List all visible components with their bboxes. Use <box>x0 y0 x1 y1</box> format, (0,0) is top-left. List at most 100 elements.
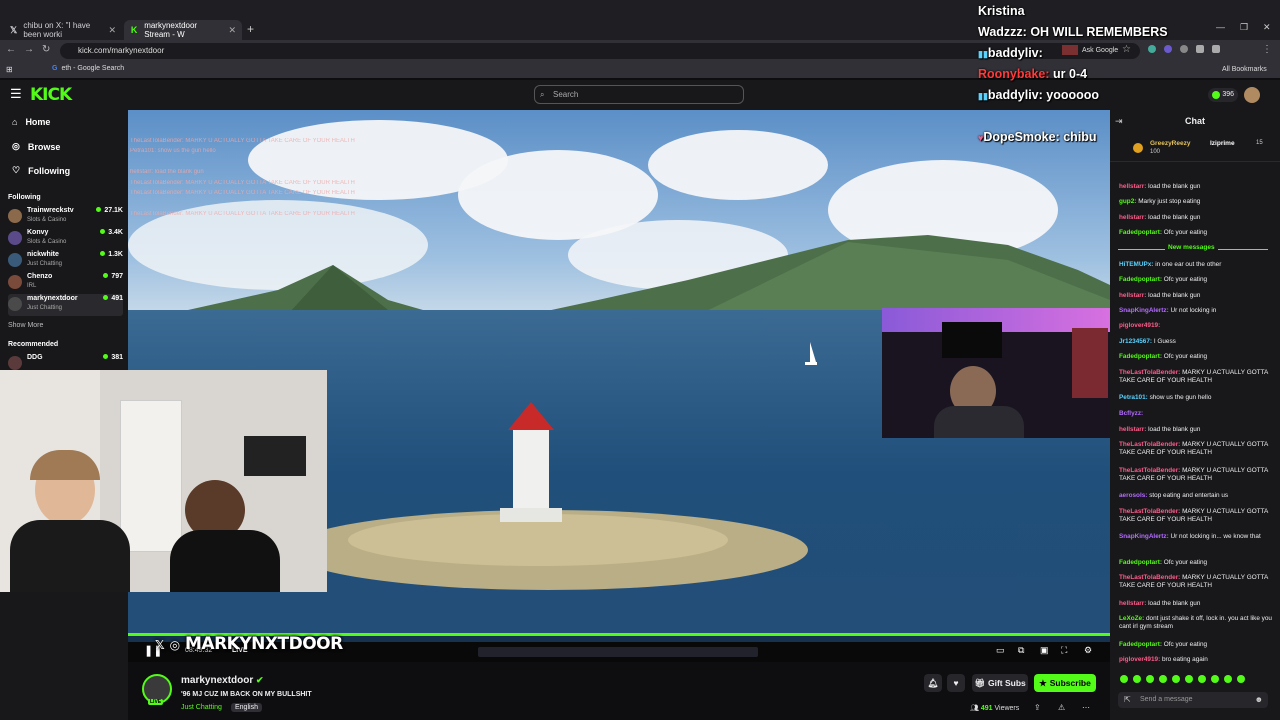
chat-username[interactable]: hellstarr: <box>1119 426 1146 433</box>
chat-username[interactable]: piglover4919: <box>1119 322 1160 329</box>
menu-kebab-icon[interactable]: ⋮ <box>1262 44 1272 55</box>
overlay-chat-line: ♥DopeSmoke: chibu <box>978 130 1097 144</box>
emoji-icon[interactable]: ☻ <box>1255 692 1263 708</box>
chat-username[interactable]: Fadedpoptart: <box>1119 353 1162 360</box>
theater-mode-icon[interactable]: ▭ <box>996 645 1005 656</box>
extension-icon[interactable] <box>1148 45 1156 53</box>
search-input[interactable]: ⌕ Search <box>534 85 744 104</box>
follow-button[interactable]: ♥ <box>947 674 965 692</box>
emote-icon[interactable] <box>1185 675 1193 683</box>
chat-username[interactable]: TheLastTolaBender: <box>1119 574 1180 581</box>
chat-username[interactable]: hellstarr: <box>1119 292 1146 299</box>
report-icon[interactable]: ⚠ <box>1058 703 1065 712</box>
notification-bell-button[interactable]: 🔔︎ <box>924 674 942 692</box>
chat-username[interactable]: SnapKingAlertz: <box>1119 533 1169 540</box>
hamburger-menu-icon[interactable]: ☰ <box>10 86 22 102</box>
pip-icon[interactable]: ▣ <box>1040 645 1049 656</box>
fullscreen-icon[interactable]: ⛶ <box>1061 645 1067 656</box>
clip-icon[interactable]: ⧉ <box>1018 645 1024 656</box>
avatar <box>8 209 22 223</box>
chat-message: Petra101: show us the gun hello <box>1119 394 1274 402</box>
maximize-icon[interactable]: ❐ <box>1240 22 1248 33</box>
following-item[interactable]: Chenzo IRL 797 <box>8 272 123 294</box>
star-icon[interactable]: ☆ <box>1122 44 1131 55</box>
show-more-link[interactable]: Show More <box>8 322 43 329</box>
emote-icon[interactable] <box>1224 675 1232 683</box>
chat-username[interactable]: TheLastTolaBender: <box>1119 508 1180 515</box>
emote-icon[interactable] <box>1198 675 1206 683</box>
chat-settings-icon[interactable]: ⇱ <box>1124 692 1131 708</box>
emote-icon[interactable] <box>1120 675 1128 683</box>
chat-username[interactable]: hellstarr: <box>1119 214 1146 221</box>
chat-username[interactable]: Fadedpoptart: <box>1119 559 1162 566</box>
browser-tab-active[interactable]: K markynextdoor Stream - W ✕ <box>124 20 242 40</box>
chat-input[interactable]: ⇱ Send a message ☻ <box>1118 692 1268 708</box>
chat-message: hellstarr: load the blank gun <box>1119 214 1274 222</box>
chat-username[interactable]: Petra101: <box>1119 394 1148 401</box>
subscribe-button[interactable]: ★ Subscribe <box>1034 674 1096 692</box>
chat-message: SnapKingAlertz: Ur not locking in... we … <box>1119 533 1274 541</box>
emote-icon[interactable] <box>1172 675 1180 683</box>
chat-message: hellstarr: load the blank gun <box>1119 600 1274 608</box>
close-icon[interactable]: ✕ <box>108 25 116 36</box>
coins-badge[interactable]: 396 <box>1208 88 1238 102</box>
emote-icon[interactable] <box>1237 675 1245 683</box>
share-icon[interactable]: ⇪ <box>1034 703 1041 712</box>
extension-icon[interactable] <box>1180 45 1188 53</box>
chat-username[interactable]: Jr1234567: <box>1119 338 1152 345</box>
chat-username[interactable]: Fadedpoptart: <box>1119 276 1162 283</box>
new-tab-icon[interactable]: + <box>247 22 254 36</box>
chat-username[interactable]: Bcflyzz: <box>1119 410 1143 417</box>
following-item[interactable]: Trainwreckstv Slots & Casino 27.1K <box>8 206 123 228</box>
close-icon[interactable]: ✕ <box>228 25 236 36</box>
apps-icon[interactable]: ⊞ <box>6 65 13 74</box>
chat-message: TheLastTolaBender: MARKY U ACTUALLY GOTT… <box>1119 467 1274 483</box>
back-icon[interactable]: ← <box>6 44 16 55</box>
gift-subs-button[interactable]: 🎁︎ Gift Subs <box>972 674 1028 692</box>
chat-username[interactable]: hellstarr: <box>1119 600 1146 607</box>
gear-icon[interactable]: ⚙ <box>1084 645 1092 656</box>
reload-icon[interactable]: ↻ <box>42 44 50 55</box>
following-item[interactable]: markynextdoor Just Chatting 491 <box>8 294 123 316</box>
bookmark-item[interactable]: G eth - Google Search <box>52 65 124 72</box>
following-item[interactable]: Konvy Slots & Casino 3.4K <box>8 228 123 250</box>
chat-message: piglover4919: <box>1119 322 1274 330</box>
more-icon[interactable]: ⋯ <box>1082 703 1090 712</box>
kick-logo[interactable]: KICK <box>30 85 72 105</box>
x-logo-icon: 𝕏 <box>155 638 165 652</box>
streamer-name[interactable]: markynextdoor ✔ <box>181 675 264 686</box>
emote-icon[interactable] <box>1146 675 1154 683</box>
chat-username[interactable]: TheLastTolaBender: <box>1119 441 1180 448</box>
user-avatar[interactable] <box>1244 87 1260 103</box>
chat-username[interactable]: hellstarr: <box>1119 183 1146 190</box>
chat-username[interactable]: Fadedpoptart: <box>1119 641 1162 648</box>
minimize-icon[interactable]: — <box>1216 22 1225 32</box>
emote-icon[interactable] <box>1211 675 1219 683</box>
chat-username[interactable]: piglover4919: <box>1119 656 1160 663</box>
chat-username[interactable]: Fadedpoptart: <box>1119 229 1162 236</box>
chat-text: I Guess <box>1153 338 1176 345</box>
emote-icon[interactable] <box>1133 675 1141 683</box>
extension-icon[interactable] <box>1196 45 1204 53</box>
chat-username[interactable]: TheLastTolaBender: <box>1119 467 1180 474</box>
chat-username[interactable]: gup2: <box>1119 198 1136 205</box>
category-link[interactable]: Just Chatting <box>181 704 222 711</box>
emote-icon[interactable] <box>1159 675 1167 683</box>
extension-icon[interactable] <box>1164 45 1172 53</box>
chat-username[interactable]: TheLastTolaBender: <box>1119 369 1180 376</box>
language-tag[interactable]: English <box>231 703 262 712</box>
close-window-icon[interactable]: ✕ <box>1263 22 1271 33</box>
nav-following[interactable]: ♡ Following <box>12 165 70 176</box>
all-bookmarks[interactable]: All Bookmarks <box>1222 66 1267 73</box>
nav-home[interactable]: ⌂ Home <box>12 117 50 127</box>
nav-browse[interactable]: ◎ Browse <box>12 141 60 152</box>
forward-icon[interactable]: → <box>24 44 34 55</box>
browser-tab[interactable]: 𝕏 chibu on X: "I have been worki ✕ <box>4 20 122 40</box>
chat-username[interactable]: aerosols: <box>1119 492 1147 499</box>
following-item[interactable]: nickwhite Just Chatting 1.3K <box>8 250 123 272</box>
chat-username[interactable]: LeXoZe: <box>1119 615 1144 622</box>
ask-google-button[interactable]: Ask Google <box>1062 45 1118 55</box>
chat-username[interactable]: HiTEMUPx: <box>1119 261 1153 268</box>
extension-icon[interactable] <box>1212 45 1220 53</box>
chat-username[interactable]: SnapKingAlertz: <box>1119 307 1169 314</box>
